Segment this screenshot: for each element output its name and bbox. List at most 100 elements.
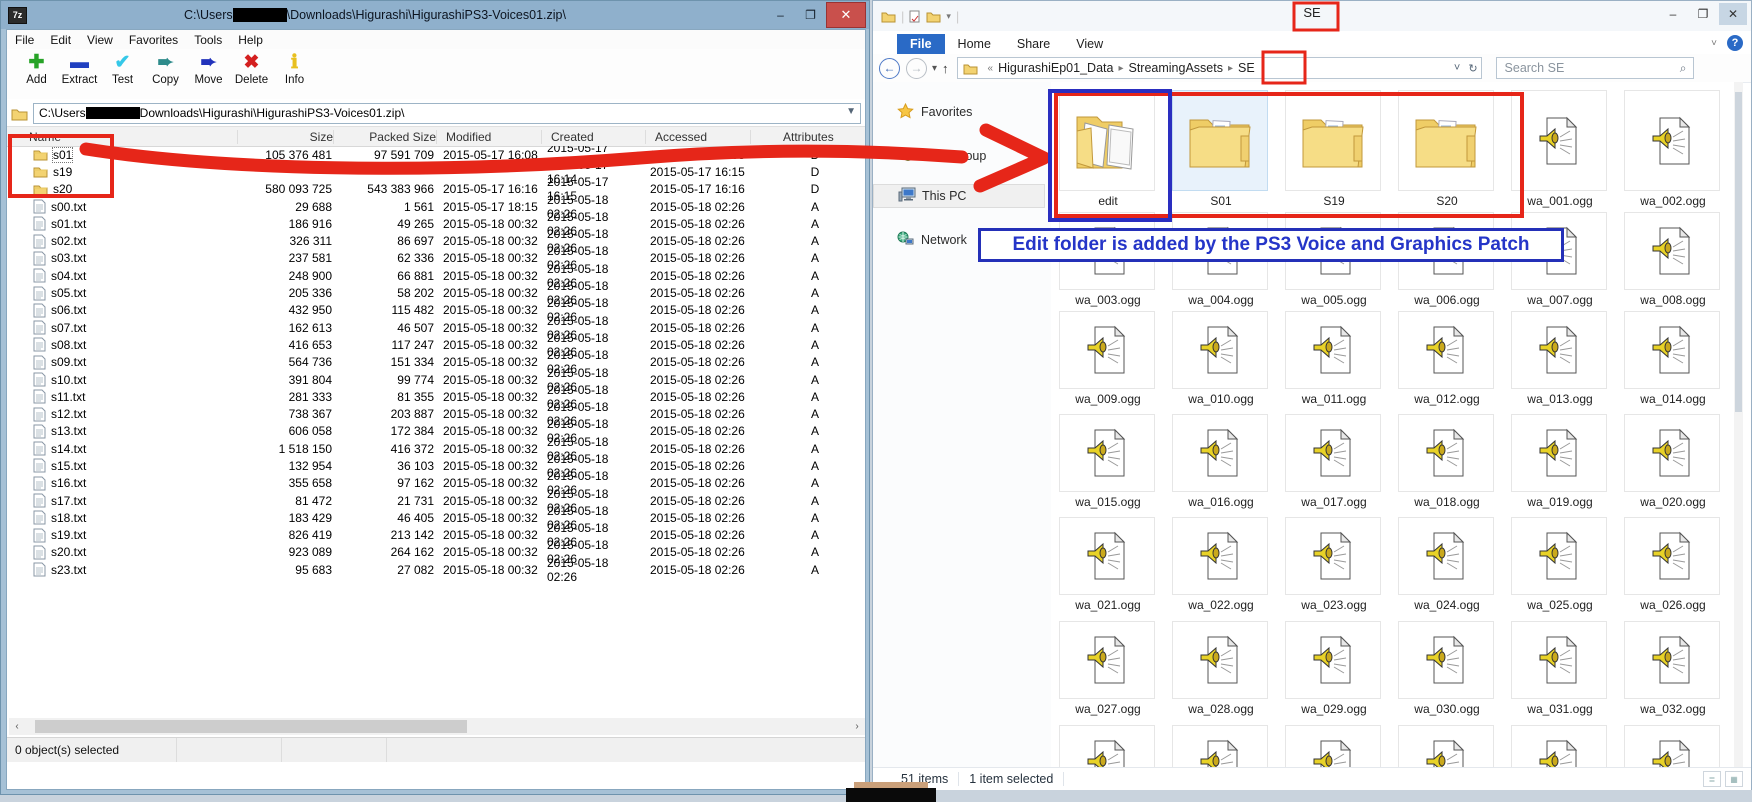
tile-icon-box[interactable] [1398, 725, 1494, 767]
table-row[interactable]: s18.txt183 42946 4052015-05-18 00:322015… [7, 509, 865, 526]
grid-tile-audio[interactable]: wa_014.ogg [1624, 311, 1722, 406]
file-name-cell[interactable]: s07.txt [7, 320, 237, 335]
tab-file[interactable]: File [897, 34, 945, 54]
breadcrumb-item-current[interactable]: SE [1238, 61, 1255, 75]
file-name[interactable]: s19 [53, 165, 72, 179]
file-name[interactable]: s17.txt [51, 494, 86, 508]
ribbon-collapse-icon[interactable]: ˅ [1711, 38, 1717, 49]
extract-button[interactable]: ▬Extract [58, 49, 101, 87]
file-name-cell[interactable]: s05.txt [7, 286, 237, 301]
vertical-scrollbar[interactable] [1734, 82, 1743, 767]
file-name-cell[interactable]: s20.txt [7, 545, 237, 560]
table-row[interactable]: s13.txt606 058172 3842015-05-18 00:32201… [7, 423, 865, 440]
explorer-titlebar[interactable]: | ▾ | SE – ❐ ✕ [873, 1, 1751, 31]
address-folder-icon[interactable] [11, 106, 28, 121]
file-name[interactable]: s15.txt [51, 459, 86, 473]
scroll-right-icon[interactable]: › [849, 721, 865, 732]
minimize-button[interactable]: – [766, 4, 795, 26]
table-row[interactable]: s20.txt923 089264 1622015-05-18 00:32201… [7, 544, 865, 561]
table-row[interactable]: s08.txt416 653117 2472015-05-18 00:32201… [7, 336, 865, 353]
tile-icon-box[interactable] [1398, 90, 1494, 191]
copy-button[interactable]: ➨Copy [144, 49, 187, 87]
tile-label[interactable]: wa_013.ogg [1511, 392, 1609, 406]
grid-tile-audio[interactable]: wa_013.ogg [1511, 311, 1609, 406]
grid-tile-audio[interactable]: wa_017.ogg [1285, 414, 1383, 509]
file-name[interactable]: s13.txt [51, 424, 86, 438]
file-name[interactable]: s01.txt [51, 217, 86, 231]
file-name-cell[interactable]: s06.txt [7, 303, 237, 318]
table-row[interactable]: s06.txt432 950115 4822015-05-18 00:32201… [7, 302, 865, 319]
grid-tile-folder[interactable]: S01 [1172, 90, 1270, 208]
tile-icon-box[interactable] [1172, 517, 1268, 595]
tile-label[interactable]: wa_028.ogg [1172, 702, 1270, 716]
grid-tile-audio[interactable]: wa_016.ogg [1172, 414, 1270, 509]
breadcrumb-item[interactable]: HigurashiEp01_Data [998, 61, 1113, 75]
table-row[interactable]: s17.txt81 47221 7312015-05-18 00:322015-… [7, 492, 865, 509]
grid-tile-audio[interactable] [1059, 725, 1157, 767]
tile-icon-box[interactable] [1285, 90, 1381, 191]
file-name-cell[interactable]: s08.txt [7, 337, 237, 352]
tile-icon-box[interactable] [1398, 517, 1494, 595]
table-row[interactable]: s19.txt826 419213 1422015-05-18 00:32201… [7, 527, 865, 544]
tile-label[interactable]: wa_003.ogg [1059, 293, 1157, 307]
file-name-cell[interactable]: s15.txt [7, 458, 237, 473]
sevenzip-titlebar[interactable]: 7z C:\Users\Downloads\Higurashi\Higurash… [1, 1, 869, 29]
tile-label[interactable]: wa_020.ogg [1624, 495, 1722, 509]
table-row[interactable]: s20580 093 725543 383 9662015-05-17 16:1… [7, 181, 865, 198]
thumbnail-view-icon[interactable]: ▦ [1725, 771, 1743, 787]
table-row[interactable]: s16.txt355 65897 1622015-05-18 00:322015… [7, 475, 865, 492]
tile-label[interactable]: wa_004.ogg [1172, 293, 1270, 307]
file-name[interactable]: s08.txt [51, 338, 86, 352]
history-dropdown-icon[interactable]: ▾ [932, 63, 937, 74]
table-row[interactable]: s01105 376 48197 591 7092015-05-17 16:08… [7, 146, 865, 163]
tile-label[interactable]: wa_005.ogg [1285, 293, 1383, 307]
tile-label[interactable]: wa_032.ogg [1624, 702, 1722, 716]
tile-label[interactable]: wa_001.ogg [1511, 194, 1609, 208]
tile-label[interactable]: wa_010.ogg [1172, 392, 1270, 406]
table-row[interactable]: s14.txt1 518 150416 3722015-05-18 00:322… [7, 440, 865, 457]
tile-label[interactable]: wa_007.ogg [1511, 293, 1609, 307]
tile-icon-box[interactable] [1285, 517, 1381, 595]
file-name-cell[interactable]: s14.txt [7, 441, 237, 456]
grid-tile-folder[interactable]: edit [1059, 90, 1157, 208]
chevron-down-icon[interactable]: ˅ [1454, 62, 1460, 74]
tile-label[interactable]: wa_027.ogg [1059, 702, 1157, 716]
tile-icon-box[interactable] [1511, 621, 1607, 699]
grid-tile-audio[interactable] [1285, 725, 1383, 767]
table-row[interactable]: s07.txt162 61346 5072015-05-18 00:322015… [7, 319, 865, 336]
table-row[interactable]: s23.txt95 68327 0822015-05-18 00:322015-… [7, 561, 865, 578]
tile-icon-box[interactable] [1172, 725, 1268, 767]
grid-tile-audio[interactable]: wa_032.ogg [1624, 621, 1722, 716]
menu-help[interactable]: Help [230, 31, 271, 49]
column-header-modified[interactable]: Modified [437, 130, 541, 144]
file-name[interactable]: s10.txt [51, 373, 86, 387]
grid-tile-audio[interactable]: wa_031.ogg [1511, 621, 1609, 716]
address-bar[interactable]: « HigurashiEp01_Data ▸ StreamingAssets ▸… [957, 57, 1482, 79]
column-header-created[interactable]: Created [542, 130, 645, 144]
grid-tile-folder[interactable]: S20 [1398, 90, 1496, 208]
tile-icon-box[interactable] [1059, 621, 1155, 699]
tile-label[interactable]: edit [1059, 194, 1157, 208]
tile-label[interactable]: S20 [1398, 194, 1496, 208]
grid-tile-audio[interactable]: wa_015.ogg [1059, 414, 1157, 509]
file-name-cell[interactable]: s01.txt [7, 216, 237, 231]
tile-label[interactable]: wa_031.ogg [1511, 702, 1609, 716]
grid-tile-audio[interactable]: wa_024.ogg [1398, 517, 1496, 612]
tile-label[interactable]: S01 [1172, 194, 1270, 208]
tile-icon-box[interactable] [1511, 725, 1607, 767]
minimize-button[interactable]: – [1659, 3, 1687, 25]
column-header-accessed[interactable]: Accessed [646, 130, 750, 144]
tile-label[interactable]: wa_006.ogg [1398, 293, 1496, 307]
file-name-cell[interactable]: s19 [7, 165, 237, 179]
grid-tile-audio[interactable]: wa_018.ogg [1398, 414, 1496, 509]
tile-label[interactable]: wa_008.ogg [1624, 293, 1722, 307]
file-name-cell[interactable]: s01 [7, 148, 237, 162]
table-row[interactable]: s02.txt326 31186 6972015-05-18 00:322015… [7, 232, 865, 249]
grid-tile-audio[interactable]: wa_027.ogg [1059, 621, 1157, 716]
column-header-packed-size[interactable]: Packed Size [334, 130, 436, 144]
scroll-left-icon[interactable]: ‹ [9, 721, 25, 732]
tile-label[interactable]: wa_023.ogg [1285, 598, 1383, 612]
tile-icon-box[interactable] [1511, 90, 1607, 191]
file-name[interactable]: s03.txt [51, 251, 86, 265]
file-name-cell[interactable]: s00.txt [7, 199, 237, 214]
